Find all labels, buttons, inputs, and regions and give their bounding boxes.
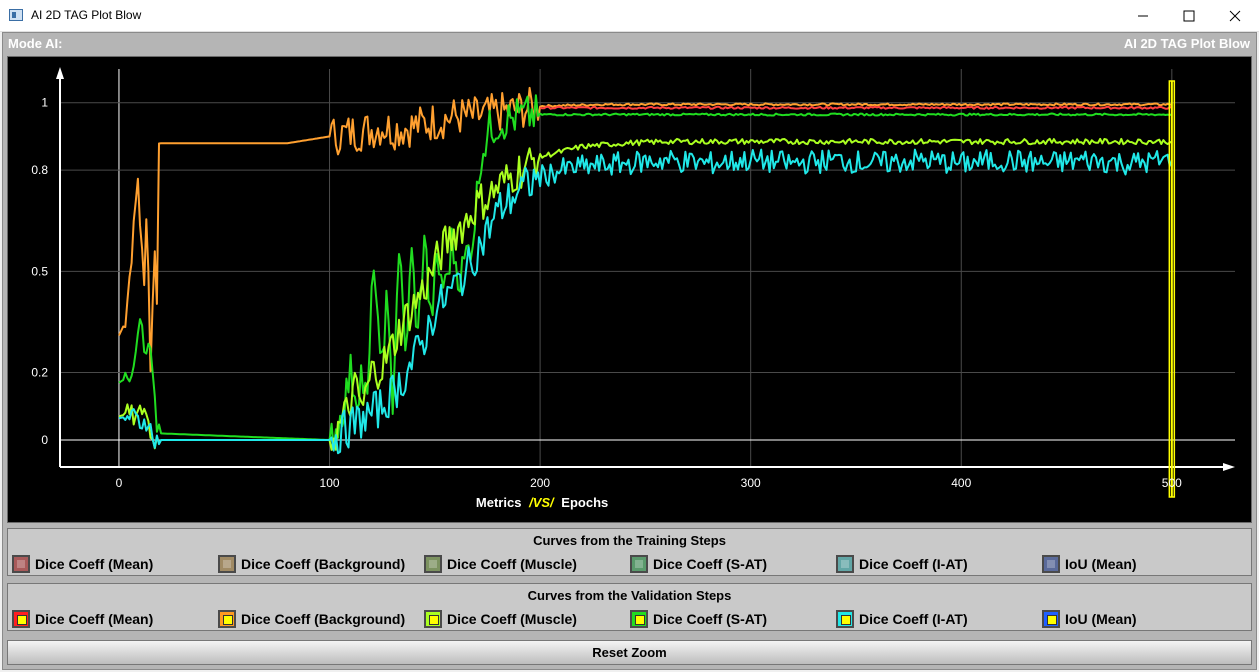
- plot-area[interactable]: 0 100 200 300 400 500 0 0.2 0.5 0.8 1 Metrics /VS/…: [7, 56, 1252, 523]
- series-layer: [118, 86, 1173, 455]
- swatch-fill: [841, 615, 851, 625]
- legend-label: Dice Coeff (Mean): [35, 611, 154, 627]
- training-legend-item[interactable]: IoU (Mean): [1042, 554, 1137, 574]
- minimize-button[interactable]: [1120, 0, 1166, 31]
- swatch-fill: [1047, 615, 1057, 625]
- swatch-icon: [836, 610, 854, 628]
- window-titlebar: AI 2D TAG Plot Blow: [0, 0, 1259, 32]
- swatch-fill: [635, 560, 643, 568]
- maximize-button[interactable]: [1166, 0, 1212, 31]
- x-axis-label-vs: /VS/: [528, 495, 555, 510]
- legend-label: Dice Coeff (Background): [241, 611, 406, 627]
- plot-title: AI 2D TAG Plot Blow: [1123, 36, 1250, 51]
- training-legend-item[interactable]: Dice Coeff (Mean): [12, 554, 153, 574]
- legend-label: Dice Coeff (S-AT): [653, 556, 768, 572]
- y-tick-label: 0.5: [31, 264, 48, 278]
- swatch-icon: [424, 610, 442, 628]
- marker-layer[interactable]: [1168, 80, 1176, 498]
- series-line: [539, 105, 1173, 110]
- legend-label: Dice Coeff (Muscle): [447, 611, 577, 627]
- legend-label: IoU (Mean): [1065, 556, 1137, 572]
- maximize-icon: [1183, 10, 1195, 21]
- training-legend-item[interactable]: Dice Coeff (Background): [218, 554, 405, 574]
- legend-label: Dice Coeff (Background): [241, 556, 406, 572]
- swatch-fill: [17, 615, 27, 625]
- axes-layer: [56, 67, 1235, 471]
- swatch-fill: [223, 560, 231, 568]
- app-icon: [9, 9, 23, 21]
- grid-layer: [60, 69, 1235, 467]
- legend-label: IoU (Mean): [1065, 611, 1137, 627]
- swatch-icon: [1042, 555, 1060, 573]
- legend-label: Dice Coeff (I-AT): [859, 556, 968, 572]
- legend-label: Dice Coeff (I-AT): [859, 611, 968, 627]
- x-tick-label: 500: [1162, 476, 1182, 490]
- close-button[interactable]: [1212, 0, 1258, 31]
- x-axis-label-right: Epochs: [561, 495, 608, 510]
- legend-label: Dice Coeff (Muscle): [447, 556, 577, 572]
- legend-label: Dice Coeff (S-AT): [653, 611, 768, 627]
- minimize-icon: [1138, 15, 1148, 16]
- swatch-icon: [630, 610, 648, 628]
- x-tick-label: 200: [530, 476, 550, 490]
- validation-legend-item[interactable]: Dice Coeff (Mean): [12, 609, 153, 629]
- swatch-fill: [429, 560, 437, 568]
- x-tick-label: 300: [741, 476, 761, 490]
- series-line: [118, 137, 1173, 451]
- swatch-fill: [429, 615, 439, 625]
- mode-label: Mode AI:: [8, 36, 63, 51]
- swatch-icon: [424, 555, 442, 573]
- swatch-icon: [12, 610, 30, 628]
- validation-legend-item[interactable]: Dice Coeff (Background): [218, 609, 405, 629]
- swatch-icon: [218, 555, 236, 573]
- training-legend: Curves from the Training Steps Dice Coef…: [7, 528, 1252, 576]
- series-line: [118, 94, 1173, 451]
- close-icon: [1229, 10, 1241, 21]
- x-axis-label-left: Metrics: [476, 495, 522, 510]
- swatch-icon: [630, 555, 648, 573]
- chart-svg[interactable]: 0 100 200 300 400 500 0 0.2 0.5 0.8 1 Metrics /VS/…: [8, 57, 1251, 522]
- swatch-fill: [223, 615, 233, 625]
- validation-legend-item[interactable]: Dice Coeff (S-AT): [630, 609, 767, 629]
- swatch-fill: [841, 560, 849, 568]
- swatch-fill: [1047, 560, 1055, 568]
- y-tick-label: 0.8: [31, 163, 48, 177]
- x-axis-label: Metrics /VS/ Epochs: [476, 495, 608, 510]
- training-legend-item[interactable]: Dice Coeff (Muscle): [424, 554, 577, 574]
- validation-legend: Curves from the Validation Steps Dice Co…: [7, 583, 1252, 631]
- validation-legend-item[interactable]: Dice Coeff (I-AT): [836, 609, 968, 629]
- x-tick-label: 100: [320, 476, 340, 490]
- swatch-icon: [12, 555, 30, 573]
- series-line: [118, 86, 1172, 373]
- swatch-fill: [17, 560, 25, 568]
- window-title: AI 2D TAG Plot Blow: [31, 8, 142, 22]
- training-legend-item[interactable]: Dice Coeff (S-AT): [630, 554, 767, 574]
- x-tick-label: 0: [116, 476, 123, 490]
- validation-legend-title: Curves from the Validation Steps: [527, 588, 732, 603]
- y-tick-label: 0: [41, 433, 48, 447]
- swatch-icon: [218, 610, 236, 628]
- swatch-icon: [1042, 610, 1060, 628]
- training-legend-item[interactable]: Dice Coeff (I-AT): [836, 554, 968, 574]
- swatch-icon: [836, 555, 854, 573]
- validation-legend-item[interactable]: Dice Coeff (Muscle): [424, 609, 577, 629]
- reset-zoom-button[interactable]: Reset Zoom: [7, 640, 1252, 665]
- y-tick-label: 1: [41, 96, 48, 110]
- y-tick-label: 0.2: [31, 366, 48, 380]
- x-axis-arrow: [1223, 463, 1235, 471]
- legend-label: Dice Coeff (Mean): [35, 556, 154, 572]
- series-line: [118, 148, 1173, 455]
- x-tick-label: 400: [951, 476, 971, 490]
- swatch-fill: [635, 615, 645, 625]
- training-legend-title: Curves from the Training Steps: [533, 533, 726, 548]
- validation-legend-item[interactable]: IoU (Mean): [1042, 609, 1137, 629]
- y-axis-arrow: [56, 67, 64, 79]
